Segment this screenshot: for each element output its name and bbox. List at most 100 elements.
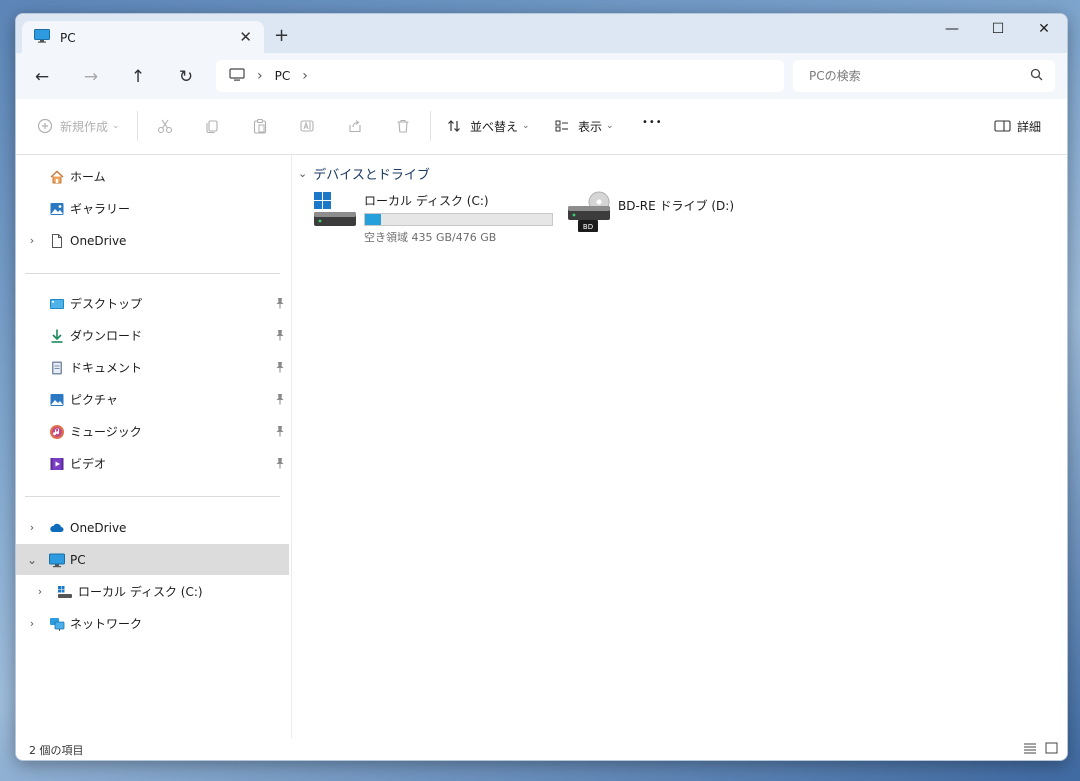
share-icon [346,117,364,135]
details-pane-button[interactable]: 詳細 [993,117,1041,135]
expand-chevron-icon[interactable]: › [25,521,39,534]
collapse-chevron-icon[interactable]: ⌄ [25,553,39,567]
sidebar-item-onedrive[interactable]: › OneDrive [16,512,289,543]
sidebar-item-network[interactable]: › ネットワーク [16,608,289,639]
sort-button[interactable]: 並べ替え ⌄ [445,117,530,135]
minimize-button[interactable]: — [929,14,975,44]
sidebar-item-onedrive-personal[interactable]: › OneDrive [16,225,289,256]
disk-usage-bar [364,213,553,226]
sidebar-item-label: ローカル ディスク (C:) [78,585,203,599]
search-icon [1030,68,1043,84]
sidebar-item-downloads[interactable]: ダウンロード [16,320,289,351]
sidebar-item-music[interactable]: ミュージック [16,416,289,447]
cut-button[interactable] [156,117,174,135]
desktop-icon [49,296,65,312]
group-header[interactable]: ⌄ デバイスとドライブ [298,164,430,183]
sidebar-item-videos[interactable]: ビデオ [16,448,289,479]
command-bar: 新規作成 ⌄ 並べ替え ⌄ 表示 ⌄ ••• 詳細 [16,99,1067,155]
drive-name: ローカル ディスク (C:) [364,194,489,208]
tab-title: PC [60,30,76,45]
download-icon [49,328,65,344]
sidebar-item-home[interactable]: ホーム [16,161,289,192]
breadcrumb-pc[interactable]: PC [275,69,291,83]
sidebar-item-label: ビデオ [70,457,107,471]
forward-button[interactable]: → [77,65,105,89]
back-button[interactable]: ← [28,65,56,89]
music-icon [49,424,65,440]
sidebar-item-gallery[interactable]: ギャラリー [16,193,289,224]
cloud-icon [49,520,65,536]
delete-button[interactable] [394,117,412,135]
document-icon [49,233,65,249]
details-pane-label: 詳細 [1017,119,1042,134]
trash-icon [394,117,412,135]
chevron-down-icon: ⌄ [112,121,120,131]
more-options-button[interactable]: ••• [642,117,663,128]
tab-close-button[interactable]: ✕ [239,28,252,46]
sidebar-item-pc[interactable]: ⌄ PC [16,544,289,575]
drive-name: BD-RE ドライブ (D:) [618,199,734,213]
copy-button[interactable] [203,117,221,135]
view-button-label: 表示 [578,119,603,134]
sidebar-item-pictures[interactable]: ピクチャ [16,384,289,415]
navigation-pane: ホーム ギャラリー › OneDrive デスクトップ ダウンロード ドキュメン… [16,155,292,738]
tab-pc[interactable]: PC ✕ [22,21,264,54]
home-icon [49,169,65,185]
pin-icon[interactable] [275,329,285,341]
up-button[interactable]: ↑ [124,65,152,89]
chevron-down-icon: ⌄ [522,121,530,131]
drive-bd-re-d[interactable]: BD BD-RE ドライブ (D:) [566,190,734,241]
sidebar-item-desktop[interactable]: デスクトップ [16,288,289,319]
view-button[interactable]: 表示 ⌄ [553,117,614,135]
close-button[interactable]: ✕ [1021,14,1067,44]
paste-button[interactable] [251,117,269,135]
sidebar-item-label: ミュージック [70,425,142,439]
gallery-icon [49,201,65,217]
sidebar-item-label: ホーム [70,170,106,184]
scissors-icon [156,117,174,135]
expand-chevron-icon[interactable]: › [25,234,39,247]
documents-icon [49,360,65,376]
expand-chevron-icon[interactable]: › [25,617,39,630]
pin-icon[interactable] [275,393,285,405]
sidebar-item-documents[interactable]: ドキュメント [16,352,289,383]
address-bar[interactable]: › PC › [216,60,784,92]
drive-badge: BD [583,223,593,231]
details-view-button[interactable] [1023,742,1037,757]
share-button[interactable] [346,117,364,135]
clipboard-icon [251,117,269,135]
pin-icon[interactable] [275,425,285,437]
sidebar-divider [25,496,280,497]
expand-chevron-icon[interactable]: › [33,585,47,598]
rename-button[interactable] [298,117,316,135]
pictures-icon [49,392,65,408]
sidebar-item-label: PC [70,552,86,567]
new-button[interactable]: 新規作成 ⌄ [36,117,120,135]
sidebar-item-local-disk[interactable]: › ローカル ディスク (C:) [16,576,289,607]
refresh-button[interactable]: ↻ [172,65,200,89]
maximize-button[interactable]: ☐ [975,14,1021,44]
sidebar-divider [25,273,280,274]
pc-icon [34,29,50,46]
breadcrumb-separator: › [257,68,263,84]
item-count: 2 個の項目 [29,744,84,757]
title-bar: PC ✕ + — ☐ ✕ [16,14,1067,54]
file-explorer-window: PC ✕ + — ☐ ✕ ← → ↑ ↻ › PC › PCの検索 新規作成 ⌄… [15,13,1068,761]
search-box[interactable] [793,60,1055,92]
chevron-down-icon: ⌄ [606,121,614,131]
new-button-label: 新規作成 [60,119,109,134]
new-tab-button[interactable]: + [274,25,289,46]
network-icon [49,616,65,632]
drive-local-disk-c[interactable]: ローカル ディスク (C:) 空き領域 435 GB/476 GB [312,190,553,245]
pin-icon[interactable] [275,297,285,309]
search-input[interactable] [807,68,1011,84]
plus-circle-icon [36,117,54,135]
collapse-chevron-icon[interactable]: ⌄ [298,167,307,180]
status-bar: 2 個の項目 [16,738,1067,760]
sidebar-item-label: ギャラリー [70,202,131,216]
large-icons-view-button[interactable] [1045,742,1058,757]
sidebar-item-label: ドキュメント [70,361,143,375]
breadcrumb-chevron[interactable]: › [302,68,308,84]
pin-icon[interactable] [275,361,285,373]
pin-icon[interactable] [275,457,285,469]
